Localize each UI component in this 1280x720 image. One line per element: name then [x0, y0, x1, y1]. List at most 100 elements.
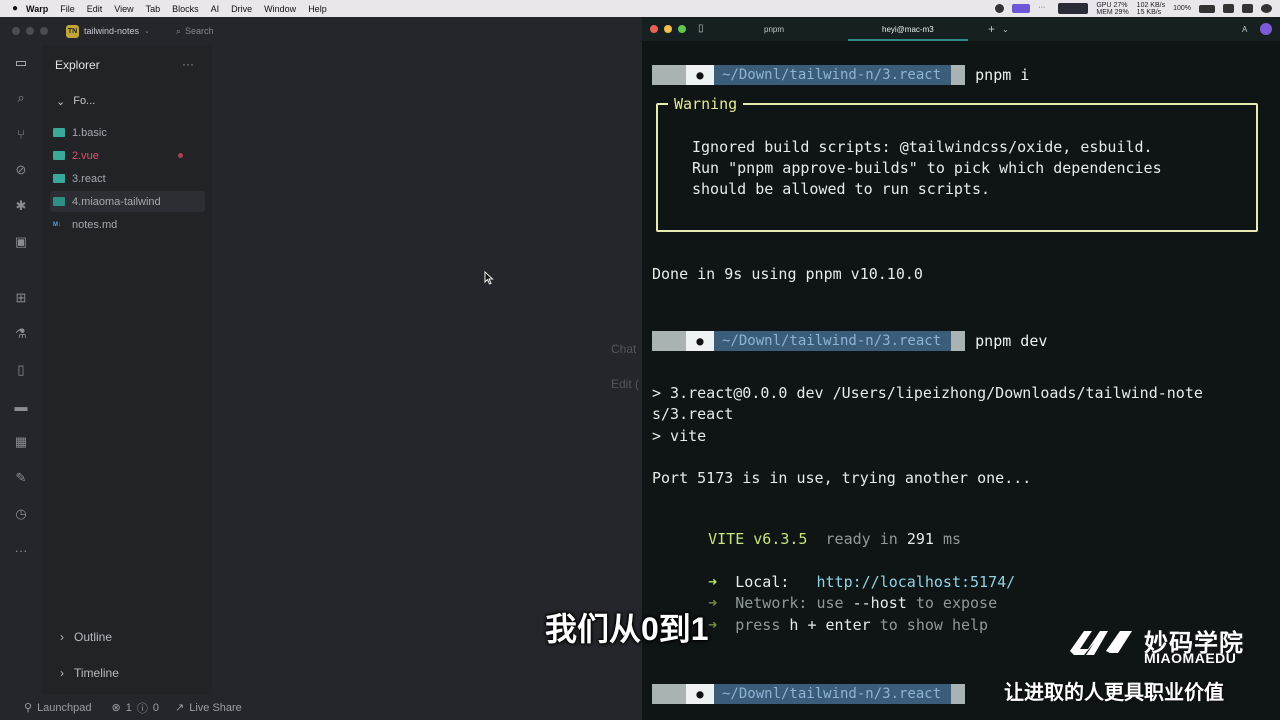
siri-icon[interactable]	[1261, 4, 1272, 13]
output-line: > 3.react@0.0.0 dev /Users/lipeizhong/Do…	[652, 384, 1203, 402]
menu-window[interactable]: Window	[264, 4, 296, 14]
new-tab-button[interactable]: +	[988, 22, 995, 36]
folder-icon[interactable]: ▬	[13, 398, 29, 414]
zoom-window-button[interactable]	[678, 25, 686, 33]
search-input[interactable]: ⌕ Search	[176, 26, 214, 37]
warning-count: 0	[152, 701, 159, 714]
wifi-icon[interactable]	[1242, 4, 1253, 13]
warning-title: Warning	[668, 95, 744, 113]
tab-heyi-mac[interactable]: heyi@mac-m3	[882, 25, 934, 34]
chevron-right-icon: ›	[60, 666, 64, 680]
ai-icon[interactable]: A	[1242, 25, 1247, 34]
bookmark-icon[interactable]: ▯	[13, 362, 29, 378]
menu-file[interactable]: File	[60, 4, 75, 14]
cpu-stats: GPU 27% MEM 29%	[1096, 1, 1129, 16]
brand-name-en: MIAOMAEDU	[1144, 650, 1237, 666]
menu-blocks[interactable]: Blocks	[172, 4, 199, 14]
tree-item-3-react[interactable]: 3.react	[50, 168, 205, 189]
timeline-icon[interactable]: ◷	[13, 506, 29, 522]
more-icon[interactable]: ···	[13, 542, 29, 558]
zoom-window-button[interactable]	[40, 27, 48, 35]
remote-icon[interactable]: ⊘	[13, 162, 29, 178]
tree-item-2-vue[interactable]: 2.vue	[50, 145, 205, 166]
menu-app-name[interactable]: Warp	[26, 4, 48, 14]
window-controls	[650, 25, 686, 33]
tree-item-4-miaoma-tailwind[interactable]: 4.miaoma-tailwind	[50, 191, 205, 212]
activity-graph-icon[interactable]	[1058, 3, 1089, 14]
menu-ai[interactable]: AI	[211, 4, 220, 14]
output-line: > vite	[652, 427, 707, 445]
menu-drive[interactable]: Drive	[231, 4, 252, 14]
chat-hint: Chat	[611, 342, 637, 356]
ready-ms: 291	[906, 530, 934, 548]
brush-icon[interactable]: ✎	[13, 470, 29, 486]
more-actions-icon[interactable]: ···	[182, 57, 194, 71]
source-control-icon[interactable]: ⑂	[13, 126, 29, 142]
problems-status[interactable]: ⊗ 1 ⓘ 0	[112, 700, 159, 716]
battery-icon[interactable]	[1199, 4, 1215, 13]
menu-view[interactable]: View	[114, 4, 133, 14]
minimize-window-button[interactable]	[664, 25, 672, 33]
record-icon[interactable]	[995, 4, 1005, 13]
warning-icon: ⓘ	[136, 702, 148, 715]
editor-area[interactable]: Chat Edit (	[212, 45, 642, 695]
ready-text: ready in	[825, 530, 898, 548]
output-line: s/3.react	[652, 405, 734, 423]
chevron-down-icon[interactable]: ⌄	[144, 27, 150, 35]
active-tab-indicator	[848, 39, 968, 41]
help-text: press	[735, 616, 781, 634]
prompt-segment	[652, 684, 686, 704]
apple-icon: ●	[686, 331, 714, 351]
launchpad-status[interactable]: ⚲ Launchpad	[24, 701, 92, 715]
close-window-button[interactable]	[12, 27, 20, 35]
search-icon: ⌕	[175, 25, 181, 36]
extensions-icon[interactable]: ⊞	[13, 290, 29, 306]
chevron-down-icon[interactable]: ⌄	[1002, 25, 1009, 34]
dots-icon[interactable]: ···	[1038, 4, 1050, 13]
prompt-line: ● ~/Downl/tailwind-n/3.react pnpm dev	[652, 331, 1052, 351]
search-sidebar-icon[interactable]: ⌕	[13, 90, 29, 106]
live-share-icon: ↗	[174, 702, 185, 714]
folder-section-header[interactable]: ⌄ Fo...	[56, 95, 95, 108]
sidebar-toggle-icon[interactable]: ▯	[698, 23, 704, 34]
menu-help[interactable]: Help	[308, 4, 327, 14]
minimize-window-button[interactable]	[26, 27, 34, 35]
screen-share-icon[interactable]	[1012, 4, 1031, 13]
remote-explorer-icon[interactable]: ▣	[13, 234, 29, 250]
video-subtitle: 我们从0到1	[545, 611, 709, 647]
tree-item-1-basic[interactable]: 1.basic	[50, 122, 205, 143]
prompt-segment	[652, 331, 686, 351]
timeline-section[interactable]: › Timeline	[60, 666, 119, 680]
brand-logo-icon	[1070, 631, 1132, 655]
status-bar: ⚲ Launchpad ⊗ 1 ⓘ 0 ↗ Live Share	[0, 695, 642, 720]
outline-section[interactable]: › Outline	[60, 630, 112, 644]
close-window-button[interactable]	[650, 25, 658, 33]
control-center-icon[interactable]	[1223, 4, 1234, 13]
tab-pnpm[interactable]: pnpm	[764, 25, 784, 34]
grid-icon[interactable]: ▦	[13, 434, 29, 450]
chevron-right-icon: ›	[60, 630, 64, 644]
activity-bar: ▭ ⌕ ⑂ ⊘ ✱ ▣ ⊞ ⚗ ▯ ▬ ▦ ✎ ◷ ···	[0, 45, 42, 695]
avatar[interactable]	[1260, 23, 1272, 35]
explorer-title: Explorer	[55, 58, 100, 72]
ready-unit: ms	[942, 530, 961, 548]
prompt-segment-end	[951, 684, 966, 704]
window-controls	[12, 27, 48, 35]
tree-item-label: notes.md	[72, 218, 118, 231]
project-name[interactable]: tailwind-notes	[84, 26, 139, 36]
menu-edit[interactable]: Edit	[87, 4, 103, 14]
tree-item-label: 1.basic	[72, 126, 107, 139]
warning-box: Warning Ignored build scripts: @tailwind…	[656, 95, 1258, 232]
tree-item-label: 3.react	[72, 172, 106, 185]
files-icon[interactable]: ▭	[13, 55, 29, 71]
editor-titlebar: TN tailwind-notes ⌄ ⌕ Search	[0, 17, 642, 45]
menu-tab[interactable]: Tab	[146, 4, 161, 14]
apple-menu-icon[interactable]: ●	[12, 3, 18, 14]
live-share-status[interactable]: ↗ Live Share	[174, 701, 242, 715]
chevron-down-icon: ⌄	[56, 96, 66, 108]
testing-icon[interactable]: ⚗	[13, 326, 29, 342]
prompt-line: ● ~/Downl/tailwind-n/3.react	[652, 684, 1052, 704]
debug-icon[interactable]: ✱	[13, 198, 29, 214]
tree-item-notes-md[interactable]: M↓ notes.md	[50, 214, 205, 235]
prompt-path: ~/Downl/tailwind-n/3.react	[714, 65, 952, 85]
